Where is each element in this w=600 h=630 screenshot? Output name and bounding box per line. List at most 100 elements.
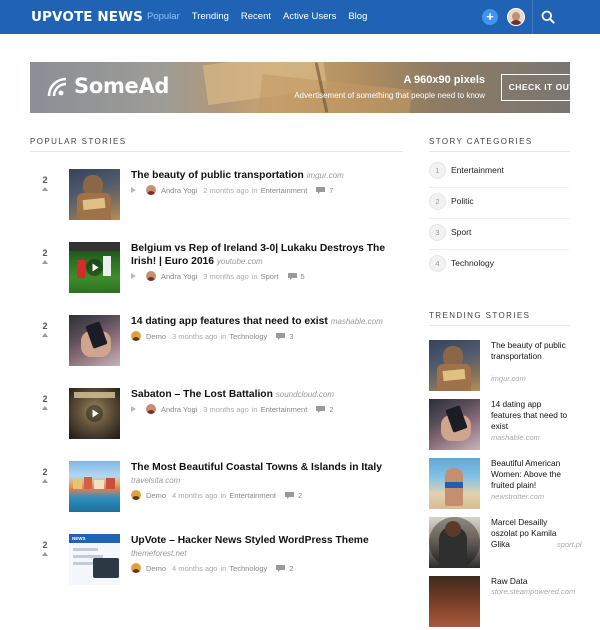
comment-count[interactable]: 5 [301,272,305,281]
story-time: 3 months ago [203,404,249,414]
story-source: travelsita.com [131,476,181,485]
category-label[interactable]: Entertainment [451,165,504,175]
category-label[interactable]: Sport [451,227,471,237]
trending-thumbnail[interactable] [429,576,480,627]
trending-item[interactable]: Raw Data store.steampowered.com [429,576,575,630]
upvote-arrow-icon[interactable] [42,406,48,410]
trending-source: sport.pl [557,540,582,549]
category-label[interactable]: Technology [451,258,494,268]
trending-title[interactable]: Raw Data [491,576,571,587]
nav-active-users[interactable]: Active Users [283,11,336,22]
comment-icon [316,405,326,413]
category-number: 2 [429,193,446,210]
story-category[interactable]: Sport [261,272,279,281]
trending-item[interactable]: 14 dating app features that need to exis… [429,399,570,453]
story-time: 3 months ago [172,331,218,341]
user-avatar[interactable] [507,8,525,26]
story-category[interactable]: Technology [229,564,267,573]
author-avatar [131,331,141,341]
search-icon[interactable] [541,10,555,24]
story-meta: Andra Yogi 2 months ago in Entertainment… [131,185,333,195]
story-title[interactable]: UpVote – Hacker News Styled WordPress Th… [131,534,403,547]
comment-count[interactable]: 3 [289,332,293,341]
upvote-arrow-icon[interactable] [42,187,48,191]
story-item: 2 Belgium vs Rep of Ireland 3-0| Lukaku … [30,242,405,302]
trending-title[interactable]: Beautiful American Women: Above the frui… [491,458,571,492]
trending-source: newstrotter.com [491,492,545,501]
upvote-arrow-icon[interactable] [42,260,48,264]
trending-title[interactable]: 14 dating app features that need to exis… [491,399,571,433]
comment-icon [276,564,286,572]
story-thumbnail[interactable] [69,242,120,293]
category-label[interactable]: Politic [451,196,474,206]
trending-thumbnail[interactable] [429,458,480,509]
trending-item[interactable]: Marcel Desailly oszolat po Kamila Glika … [429,517,582,571]
play-icon[interactable] [131,406,136,412]
story-author[interactable]: Demo [146,564,166,573]
story-thumbnail[interactable]: NEWS [69,534,120,585]
play-icon[interactable] [86,405,103,422]
story-author[interactable]: Demo [146,332,166,341]
story-title[interactable]: The beauty of public transportation imgu… [131,169,403,182]
vote-widget[interactable]: 2 [39,540,51,556]
comment-count[interactable]: 2 [289,564,293,573]
add-story-button[interactable]: + [482,9,498,25]
vote-count: 2 [42,321,48,331]
play-icon[interactable] [86,259,103,276]
trending-item[interactable]: The beauty of public transportation imgu… [429,340,570,394]
trending-thumbnail[interactable] [429,340,480,391]
story-title[interactable]: Belgium vs Rep of Ireland 3-0| Lukaku De… [131,242,403,268]
nav-blog[interactable]: Blog [348,11,367,22]
story-category[interactable]: Entertainment [261,405,308,414]
play-icon[interactable] [131,187,136,193]
category-item-sport[interactable]: 3 Sport [429,219,569,250]
site-logo[interactable]: UPVOTE NEWS [31,9,143,25]
comment-count[interactable]: 2 [329,405,333,414]
story-category[interactable]: Entertainment [261,186,308,195]
story-thumbnail[interactable] [69,169,120,220]
vote-widget[interactable]: 2 [39,248,51,264]
story-category[interactable]: Technology [229,332,267,341]
comment-count[interactable]: 7 [329,186,333,195]
story-author[interactable]: Andra Yogi [161,186,197,195]
divider [30,151,403,152]
upvote-arrow-icon[interactable] [42,479,48,483]
upvote-arrow-icon[interactable] [42,552,48,556]
vote-widget[interactable]: 2 [39,175,51,191]
trending-title[interactable]: The beauty of public transportation [491,340,571,362]
nav-popular[interactable]: Popular [147,11,180,22]
ad-subtitle: Advertisement of something that people n… [294,91,485,100]
category-item-entertainment[interactable]: 1 Entertainment [429,157,569,188]
story-title[interactable]: 14 dating app features that need to exis… [131,315,403,328]
story-author[interactable]: Andra Yogi [161,405,197,414]
trending-source: imgur.com [491,374,526,383]
trending-thumbnail[interactable] [429,517,480,568]
author-avatar [146,271,156,281]
header-divider [532,0,533,34]
story-thumbnail[interactable] [69,461,120,512]
upvote-arrow-icon[interactable] [42,333,48,337]
story-author[interactable]: Andra Yogi [161,272,197,281]
story-category[interactable]: Entertainment [229,491,276,500]
play-icon[interactable] [131,273,136,279]
trending-item[interactable]: Beautiful American Women: Above the frui… [429,458,570,512]
story-time: 3 months ago [203,271,249,281]
ad-cta-button[interactable]: CHECK IT OUT! [501,74,570,101]
category-item-politic[interactable]: 2 Politic [429,188,569,219]
category-item-technology[interactable]: 4 Technology [429,250,569,281]
vote-widget[interactable]: 2 [39,394,51,410]
trending-thumbnail[interactable] [429,399,480,450]
nav-trending[interactable]: Trending [192,11,229,22]
ad-banner[interactable]: SomeAd A 960x90 pixels Advertisement of … [30,62,570,113]
story-thumbnail[interactable] [69,315,120,366]
nav-recent[interactable]: Recent [241,11,271,22]
plus-icon: + [486,9,494,24]
story-title[interactable]: The Most Beautiful Coastal Towns & Islan… [131,461,403,474]
vote-widget[interactable]: 2 [39,321,51,337]
story-item: 2 The beauty of public transportation im… [30,169,405,229]
story-thumbnail[interactable] [69,388,120,439]
story-author[interactable]: Demo [146,491,166,500]
vote-widget[interactable]: 2 [39,467,51,483]
comment-count[interactable]: 2 [298,491,302,500]
story-title[interactable]: Sabaton – The Lost Battalion soundcloud.… [131,388,403,401]
